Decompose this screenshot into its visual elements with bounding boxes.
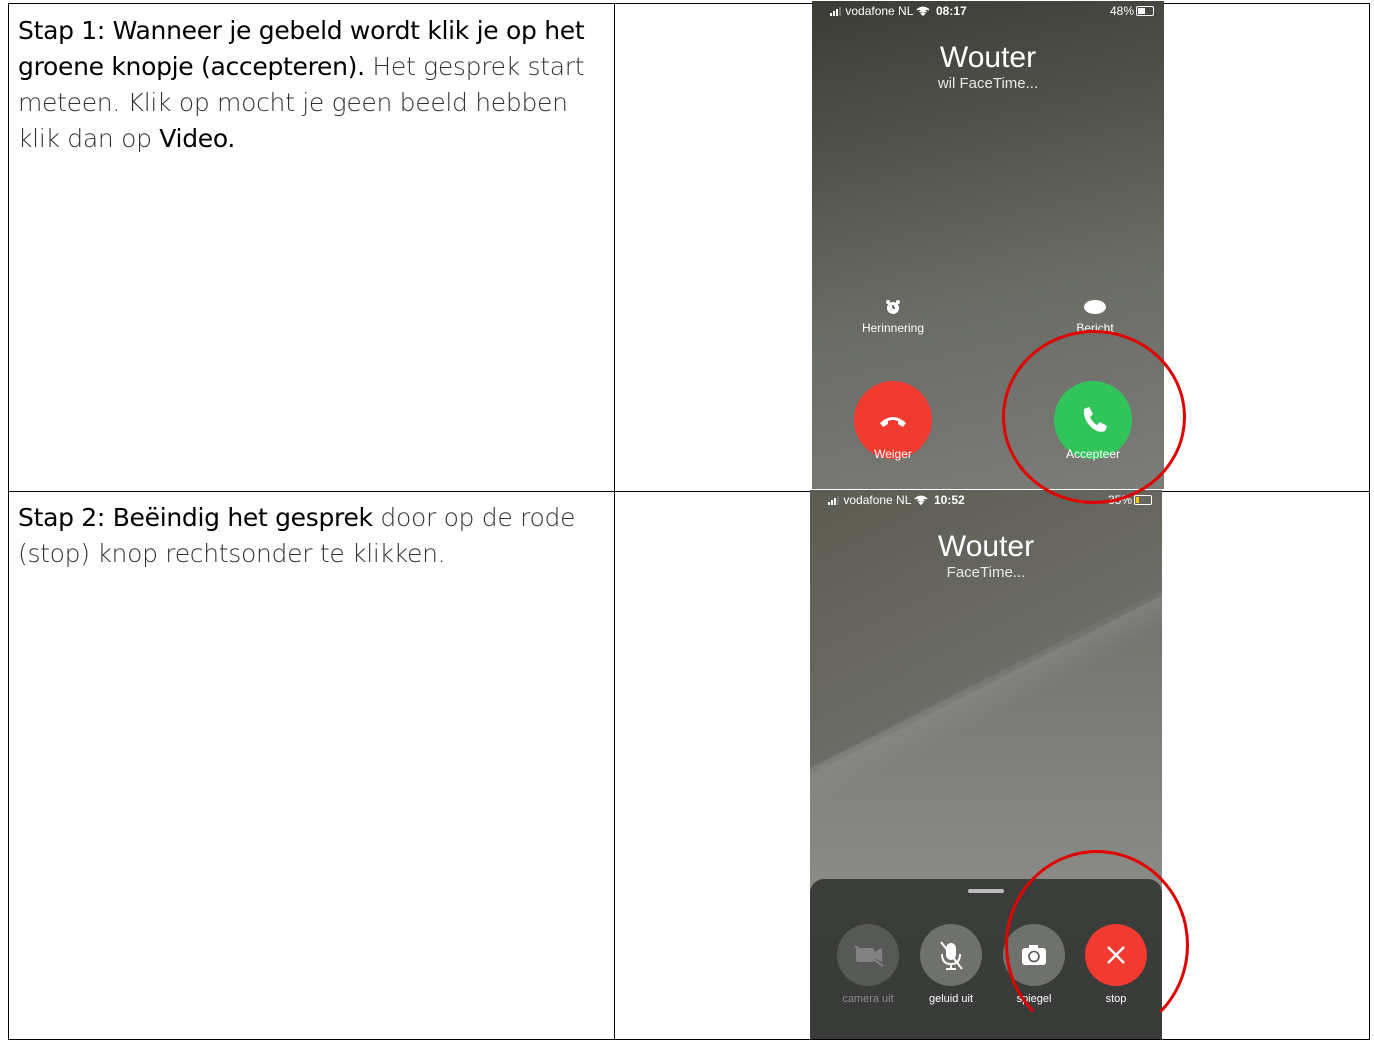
signal-icon: [830, 7, 841, 16]
camera-off-button[interactable]: [837, 924, 899, 986]
carrier-text: vodafone NL: [843, 493, 911, 507]
column-divider: [614, 4, 615, 1039]
accept-highlight-circle: [1002, 330, 1186, 504]
mic-off-icon: [940, 941, 963, 970]
reminder-action[interactable]: Herinnering: [848, 299, 938, 335]
step-1-video: Video.: [159, 124, 236, 153]
panel-handle[interactable]: [968, 889, 1004, 893]
caller-name: Wouter: [937, 530, 1035, 563]
alarm-icon: [886, 300, 900, 314]
battery-icon: [1134, 495, 1152, 505]
battery-icon: [1136, 6, 1154, 16]
carrier-label: vodafone NL: [830, 4, 930, 18]
decline-label: Weiger: [874, 447, 912, 461]
step-2-prefix: Stap 2:: [18, 503, 113, 532]
status-bar: vodafone NL 08:17 48%: [812, 1, 1164, 23]
signal-icon: [828, 496, 839, 505]
message-bubble-icon: [1084, 300, 1106, 314]
caller-subtitle: FaceTime...: [946, 564, 1026, 581]
wifi-icon: [914, 495, 928, 506]
time-label: 08:17: [936, 4, 967, 18]
stop-highlight-circle: [1005, 850, 1189, 1040]
step-1-text: Stap 1: Wanneer je gebeld wordt klik je …: [18, 13, 608, 157]
caller-info: Wouter wil FaceTime...: [812, 41, 1164, 92]
mute-label: geluid uit: [928, 993, 974, 1005]
camera-off-icon: [854, 945, 884, 967]
caller-info: Wouter FaceTime...: [810, 530, 1162, 581]
step-2-text: Stap 2: Beëindig het gesprek door op de …: [18, 500, 608, 572]
carrier-label: vodafone NL: [828, 493, 928, 507]
caller-name: Wouter: [939, 41, 1037, 74]
reminder-label: Herinnering: [861, 321, 925, 335]
camera-off-label: camera uit: [842, 993, 894, 1005]
carrier-text: vodafone NL: [845, 4, 913, 18]
wifi-icon: [916, 6, 930, 17]
mute-button[interactable]: [920, 924, 982, 986]
battery-label: 48%: [1109, 4, 1134, 18]
step-2-bold: Beëindig het gesprek: [112, 503, 373, 532]
time-label: 10:52: [934, 493, 965, 507]
row-divider: [9, 491, 1369, 492]
caller-subtitle: wil FaceTime...: [937, 75, 1039, 92]
